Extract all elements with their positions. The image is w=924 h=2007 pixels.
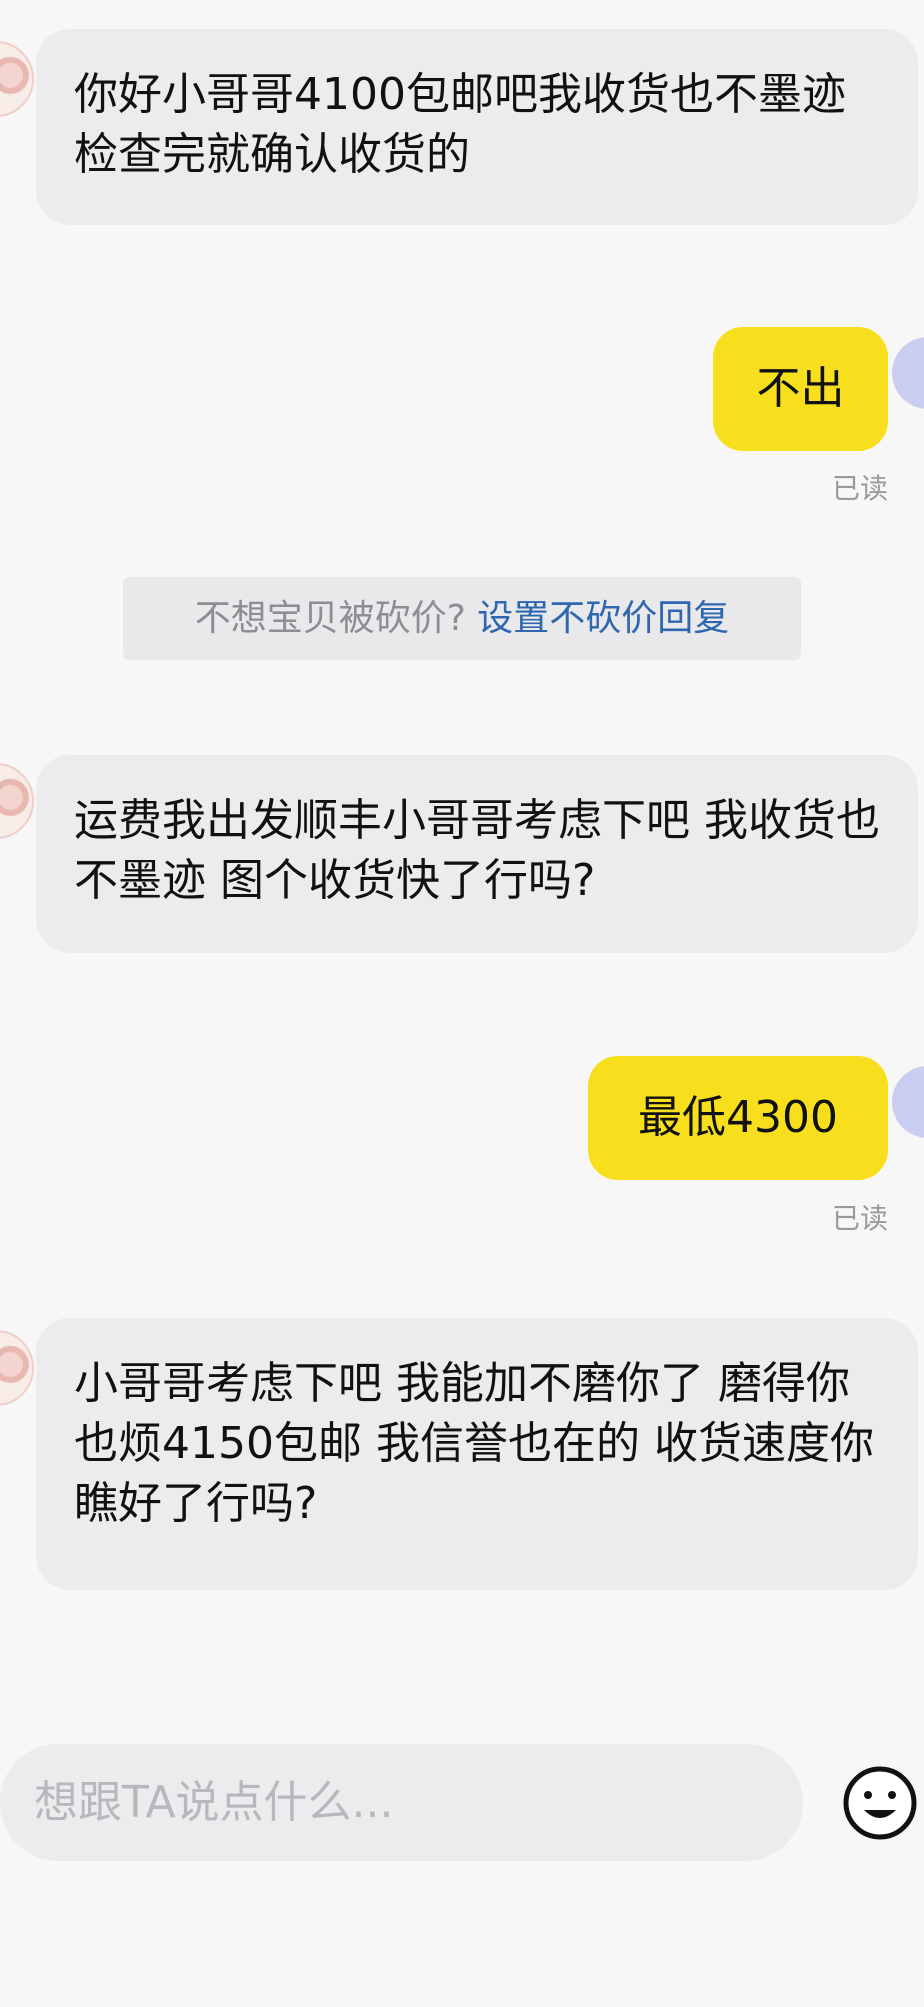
- chat-conversation: 你好小哥哥4100包邮吧我收货也不墨迹检查完就确认收货的 不出 已读 不想宝贝被…: [0, 0, 924, 2007]
- no-bargain-notice: 不想宝贝被砍价? 设置不砍价回复: [123, 577, 801, 660]
- read-receipt-1: 已读: [831, 472, 888, 505]
- seller-avatar[interactable]: [0, 763, 34, 839]
- set-no-bargain-reply-link[interactable]: 设置不砍价回复: [477, 598, 729, 639]
- seller-avatar[interactable]: [0, 41, 34, 117]
- incoming-message-1: 你好小哥哥4100包邮吧我收货也不墨迹检查完就确认收货的: [36, 29, 918, 225]
- read-receipt-2: 已读: [831, 1202, 888, 1235]
- outgoing-message-2: 最低4300: [588, 1056, 888, 1180]
- incoming-message-3: 小哥哥考虑下吧 我能加不磨你了 磨得你也烦4150包邮 我信誉也在的 收货速度你…: [36, 1318, 918, 1590]
- notice-prefix: 不想宝贝被砍价?: [194, 598, 466, 639]
- seller-avatar[interactable]: [0, 1330, 34, 1406]
- outgoing-message-1: 不出: [713, 327, 888, 451]
- smiley-face-icon[interactable]: [842, 1765, 918, 1841]
- self-avatar[interactable]: [892, 1066, 924, 1138]
- message-input[interactable]: [0, 1744, 803, 1861]
- incoming-message-2: 运费我出发顺丰小哥哥考虑下吧 我收货也不墨迹 图个收货快了行吗?: [36, 755, 918, 953]
- self-avatar[interactable]: [892, 337, 924, 409]
